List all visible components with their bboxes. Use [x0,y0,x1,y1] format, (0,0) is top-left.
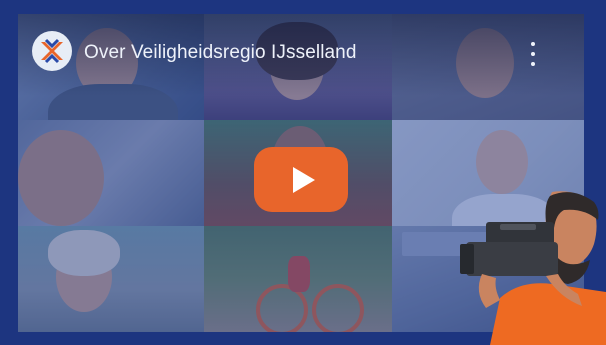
camera-operator-icon [460,191,606,345]
veiligheidsregio-logo-icon[interactable] [32,31,72,71]
face-shape [476,130,528,194]
bike-wheel-shape [256,284,308,332]
face-shape [56,242,112,312]
more-vertical-icon[interactable] [525,38,541,70]
video-title[interactable]: Over Veiligheidsregio IJsselland [84,42,357,64]
child-shape [288,256,310,292]
hair-shape [48,230,120,276]
thumbnail-tile [18,226,204,332]
thumbnail-tile [18,120,204,226]
bike-wheel-shape [312,284,364,332]
thumbnail-tile [204,226,392,332]
play-icon [292,166,315,193]
video-embed-frame: Over Veiligheidsregio IJsselland [0,0,606,345]
face-shape [18,130,104,226]
play-button[interactable] [254,147,348,212]
video-title-bar: Over Veiligheidsregio IJsselland [18,14,584,96]
